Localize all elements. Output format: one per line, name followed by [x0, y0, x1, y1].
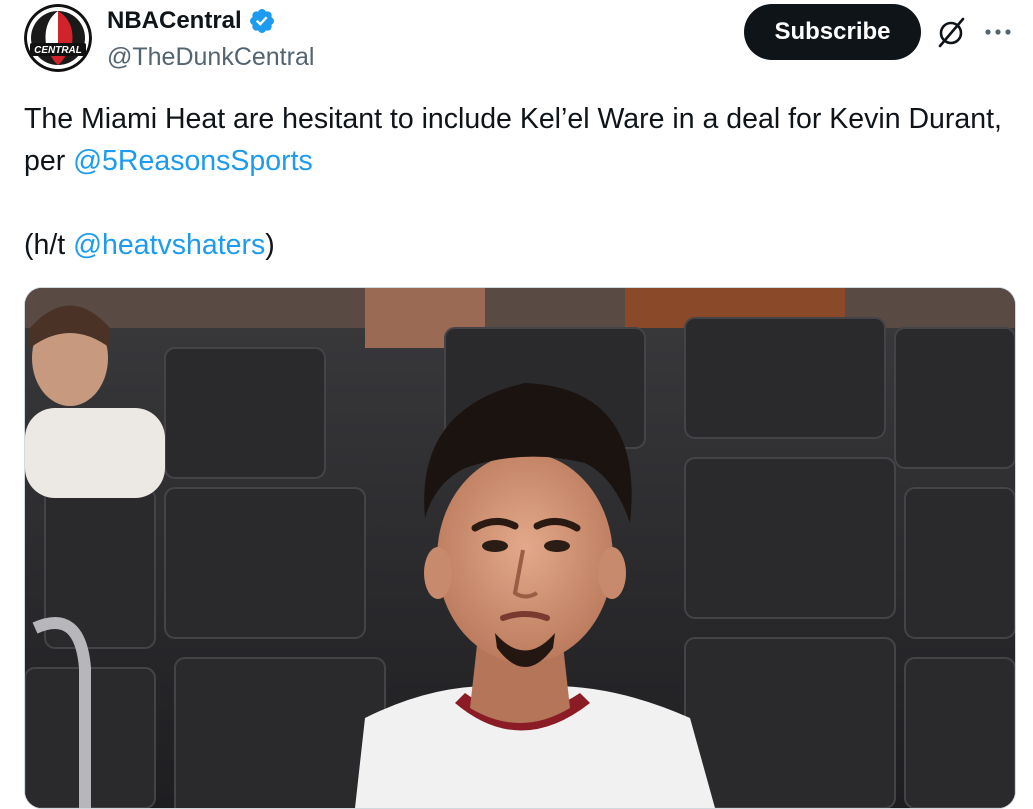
- photo-image: [25, 288, 1015, 808]
- tweet-text-part3: ): [265, 229, 275, 261]
- avatar[interactable]: CENTRAL: [24, 4, 92, 72]
- display-name[interactable]: NBACentral: [107, 6, 242, 36]
- author-handle[interactable]: @TheDunkCentral: [107, 41, 314, 73]
- tweet-media-photo[interactable]: [24, 287, 1016, 809]
- tweet-paragraph-2: (h/t @heatvshaters): [24, 224, 1004, 266]
- more-icon[interactable]: [982, 20, 1014, 44]
- author-name-row[interactable]: NBACentral: [107, 6, 276, 36]
- avatar-text: CENTRAL: [34, 45, 82, 56]
- tweet-text: The Miami Heat are hesitant to include K…: [24, 98, 1004, 266]
- subscribe-button[interactable]: Subscribe: [744, 4, 921, 60]
- tweet-paragraph-1: The Miami Heat are hesitant to include K…: [24, 98, 1004, 182]
- mention-link-heatvshaters[interactable]: @heatvshaters: [73, 229, 265, 261]
- mention-link-5reasonssports[interactable]: @5ReasonsSports: [73, 145, 313, 177]
- grok-icon[interactable]: [934, 16, 968, 50]
- tweet-text-part2: (h/t: [24, 229, 74, 261]
- nba-central-logo-icon: CENTRAL: [24, 4, 92, 72]
- verified-badge-icon: [249, 9, 274, 33]
